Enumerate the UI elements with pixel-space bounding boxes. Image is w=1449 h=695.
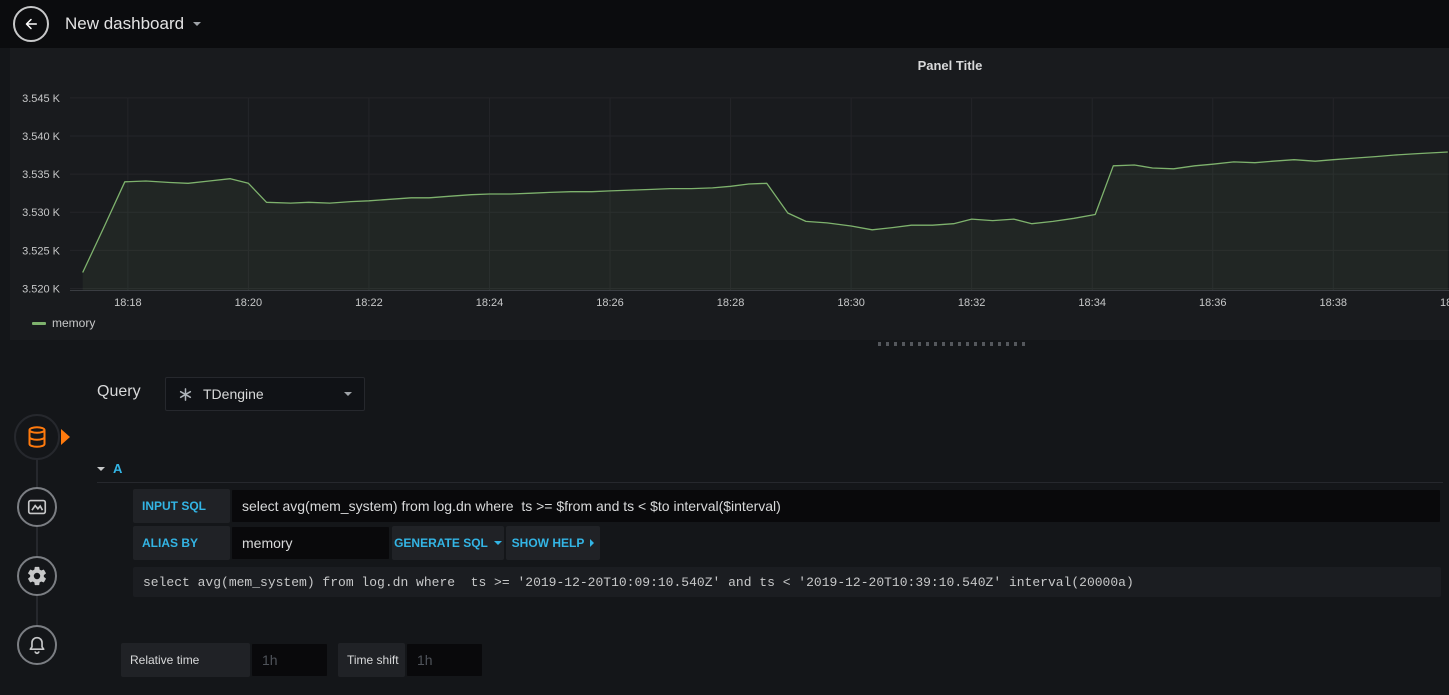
- top-nav: New dashboard: [0, 0, 1449, 48]
- y-tick-label: 3.535 K: [22, 169, 61, 181]
- show-help-label: SHOW HELP: [511, 536, 585, 550]
- collapse-caret-icon: [97, 466, 105, 471]
- x-tick-label: 18:32: [958, 297, 986, 309]
- y-tick-label: 3.520 K: [22, 283, 61, 295]
- tab-visualization[interactable]: [17, 487, 57, 527]
- legend-label: memory: [52, 316, 96, 330]
- graph-panel: Panel Title 3.545 K 3.540 K 3.535 K 3.530 K…: [10, 48, 1449, 340]
- active-tab-arrow-icon: [61, 429, 70, 445]
- x-tick-label: 18:36: [1199, 297, 1227, 309]
- x-tick-label: 18:28: [717, 297, 745, 309]
- y-tick-label: 3.545 K: [22, 93, 61, 105]
- show-help-button[interactable]: SHOW HELP: [506, 526, 600, 560]
- panel-title[interactable]: Panel Title: [10, 58, 1449, 73]
- tab-alert[interactable]: [17, 625, 57, 665]
- legend-item-memory[interactable]: memory: [32, 316, 95, 330]
- x-tick-label: 18:34: [1078, 297, 1106, 309]
- tab-rail-connector: [36, 438, 38, 645]
- tab-general-settings[interactable]: [17, 556, 57, 596]
- x-tick-label: 18:24: [476, 297, 504, 309]
- gear-icon: [26, 565, 48, 587]
- query-section-heading: Query: [97, 383, 141, 400]
- input-sql-field[interactable]: [231, 489, 1441, 523]
- x-tick-label: 18:40: [1440, 297, 1449, 309]
- chevron-right-icon: [590, 539, 595, 547]
- bell-icon: [26, 634, 48, 656]
- legend-swatch: [32, 321, 46, 325]
- alias-by-label: ALIAS BY: [133, 526, 230, 560]
- series-area-fill: [82, 152, 1448, 290]
- dashboard-title: New dashboard: [65, 14, 185, 33]
- panel-resize-handle[interactable]: [878, 342, 1028, 346]
- dashboard-title-dropdown[interactable]: New dashboard: [65, 14, 202, 34]
- y-tick-label: 3.525 K: [22, 245, 61, 257]
- back-button[interactable]: [13, 6, 49, 42]
- tdengine-logo-icon: [178, 387, 193, 402]
- chevron-down-icon: [493, 541, 502, 545]
- x-tick-label: 18:22: [355, 297, 383, 309]
- x-tick-label: 18:18: [114, 297, 142, 309]
- database-icon: [25, 425, 49, 449]
- datasource-selected: TDengine: [203, 386, 264, 402]
- relative-time-label: Relative time: [121, 643, 250, 677]
- arrow-left-icon: [22, 15, 40, 33]
- y-tick-label: 3.530 K: [22, 207, 61, 219]
- time-series-chart[interactable]: 3.545 K 3.540 K 3.535 K 3.530 K 3.525 K 3.520…: [10, 88, 1449, 323]
- time-shift-label: Time shift: [338, 643, 405, 677]
- tab-queries[interactable]: [14, 414, 60, 460]
- relative-time-field[interactable]: [251, 643, 328, 677]
- x-tick-label: 18:30: [837, 297, 865, 309]
- input-sql-label: INPUT SQL: [133, 489, 230, 523]
- chevron-down-icon: [193, 22, 202, 26]
- query-row-collapse[interactable]: A: [97, 455, 1443, 483]
- x-tick-label: 18:20: [235, 297, 263, 309]
- generate-sql-label: GENERATE SQL: [394, 536, 488, 550]
- query-ref-id: A: [113, 461, 123, 476]
- time-shift-field[interactable]: [406, 643, 483, 677]
- x-tick-label: 18:26: [596, 297, 624, 309]
- y-tick-label: 3.540 K: [22, 131, 61, 143]
- chart-image-icon: [26, 496, 48, 518]
- x-tick-label: 18:38: [1320, 297, 1348, 309]
- generate-sql-button[interactable]: GENERATE SQL: [392, 526, 504, 560]
- generated-sql-preview: select avg(mem_system) from log.dn where…: [133, 567, 1441, 597]
- datasource-picker[interactable]: TDengine: [165, 377, 365, 411]
- alias-by-field[interactable]: [231, 526, 390, 560]
- chevron-down-icon: [344, 392, 352, 396]
